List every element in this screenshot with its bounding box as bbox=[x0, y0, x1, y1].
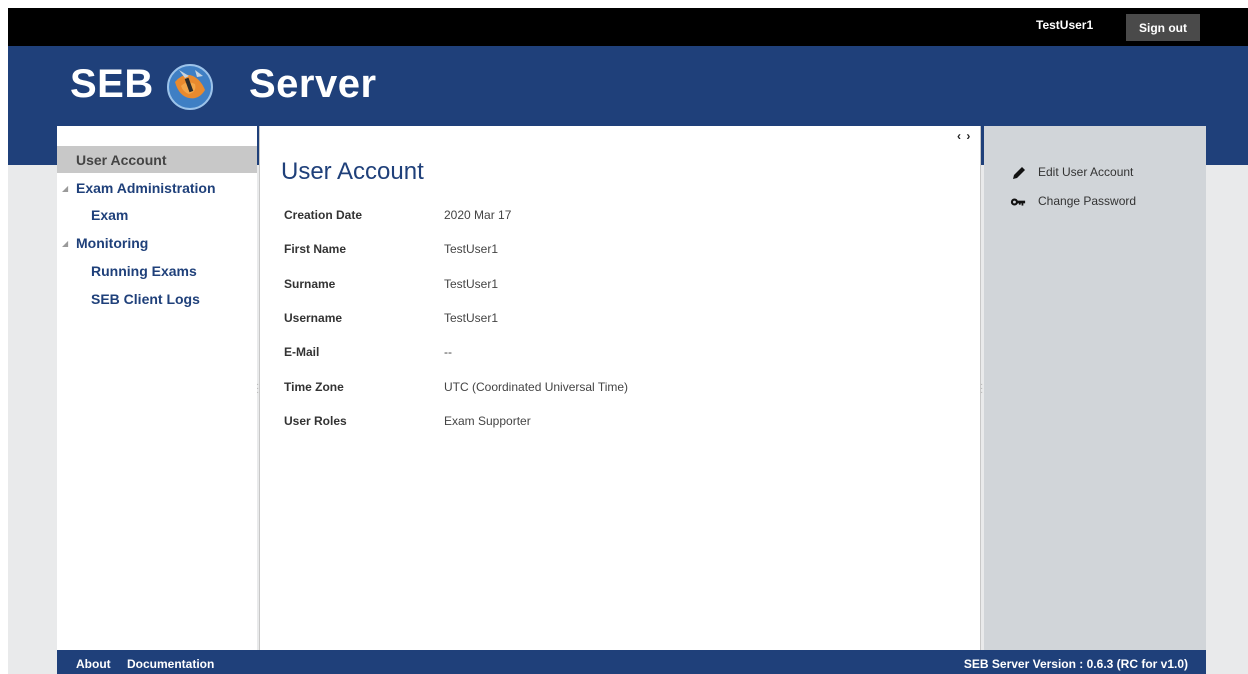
logo-text-server: Server bbox=[249, 62, 377, 106]
nav-item-running-exams[interactable]: Running Exams bbox=[91, 263, 197, 279]
field-value-first-name: TestUser1 bbox=[444, 242, 499, 256]
field-label-user-roles: User Roles bbox=[284, 414, 347, 428]
change-password-action[interactable]: Change Password bbox=[1038, 194, 1136, 208]
expand-triangle-icon[interactable]: ◢ bbox=[62, 239, 68, 248]
about-link[interactable]: About bbox=[76, 657, 111, 671]
field-label-time-zone: Time Zone bbox=[284, 380, 344, 394]
edit-user-account-action[interactable]: Edit User Account bbox=[1038, 165, 1133, 179]
key-icon[interactable] bbox=[1010, 194, 1026, 210]
nav-item-monitoring[interactable]: Monitoring bbox=[76, 235, 148, 251]
current-username: TestUser1 bbox=[1036, 18, 1094, 32]
nav-item-seb-client-logs[interactable]: SEB Client Logs bbox=[91, 291, 200, 307]
version-label: SEB Server Version : 0.6.3 (RC for v1.0) bbox=[963, 657, 1188, 671]
logo-text-seb: SEB bbox=[70, 62, 154, 106]
nav-item-user-account[interactable]: User Account bbox=[76, 152, 167, 168]
nav-item-exam-administration[interactable]: Exam Administration bbox=[76, 180, 216, 196]
expand-collapse-arrows-icon[interactable]: ‹ › bbox=[957, 129, 971, 143]
nav-item-exam[interactable]: Exam bbox=[91, 207, 128, 223]
documentation-link[interactable]: Documentation bbox=[127, 657, 214, 671]
seb-globe-emblem-icon bbox=[167, 64, 213, 110]
pencil-icon[interactable] bbox=[1011, 165, 1027, 181]
field-value-surname: TestUser1 bbox=[444, 277, 499, 291]
sign-out-button[interactable]: Sign out bbox=[1126, 14, 1200, 41]
navigation-panel bbox=[57, 126, 257, 650]
field-label-surname: Surname bbox=[284, 277, 336, 291]
field-value-creation-date: 2020 Mar 17 bbox=[444, 208, 512, 222]
sash-grip-icon[interactable]: · · · bbox=[980, 380, 983, 398]
field-label-creation-date: Creation Date bbox=[284, 208, 363, 222]
page-title: User Account bbox=[281, 158, 424, 185]
field-label-email: E-Mail bbox=[284, 345, 320, 359]
field-value-user-roles: Exam Supporter bbox=[444, 414, 531, 428]
field-value-time-zone: UTC (Coordinated Universal Time) bbox=[444, 380, 629, 394]
field-label-first-name: First Name bbox=[284, 242, 347, 256]
field-value-email: -- bbox=[444, 345, 452, 359]
expand-triangle-icon[interactable]: ◢ bbox=[62, 184, 68, 193]
field-label-username: Username bbox=[284, 311, 343, 325]
field-value-username: TestUser1 bbox=[444, 311, 499, 325]
